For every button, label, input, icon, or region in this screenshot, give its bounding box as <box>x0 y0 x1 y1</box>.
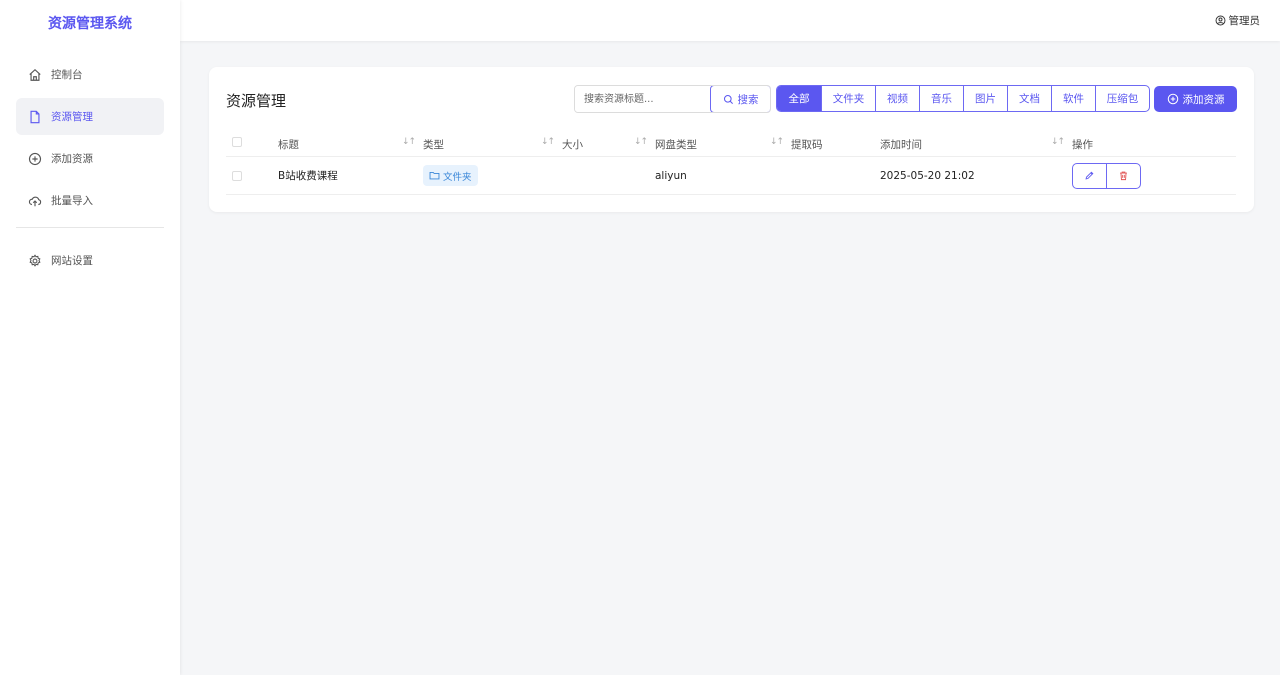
pencil-icon <box>1085 171 1094 180</box>
select-all-checkbox[interactable] <box>232 137 242 147</box>
row-type-cell: 文件夹 <box>423 157 478 194</box>
edit-button[interactable] <box>1073 164 1106 188</box>
plus-circle-icon <box>27 151 43 167</box>
file-icon <box>27 109 43 125</box>
user-circle-icon <box>1215 15 1225 26</box>
column-header-type[interactable]: 类型 <box>423 132 444 156</box>
filter-music[interactable]: 音乐 <box>919 86 963 111</box>
sidebar-item-resources[interactable]: 资源管理 <box>16 98 164 135</box>
sidebar-item-dashboard[interactable]: 控制台 <box>16 56 164 93</box>
sort-icon[interactable]: ↓↑ <box>634 137 648 147</box>
sidebar-item-label: 批量导入 <box>51 195 93 207</box>
filter-document[interactable]: 文档 <box>1007 86 1051 111</box>
resource-card: 资源管理 搜索 全部 文件夹 视频 音乐 图片 文档 软件 压缩包 添加资源 <box>209 67 1254 212</box>
plus-circle-icon <box>1167 93 1178 105</box>
search-group: 搜索 <box>574 85 771 113</box>
sidebar-item-site-settings[interactable]: 网站设置 <box>16 242 164 279</box>
select-all-cell <box>232 132 242 156</box>
sidebar-item-label: 资源管理 <box>51 111 93 123</box>
sort-icon[interactable]: ↓↑ <box>541 137 555 147</box>
sidebar-item-label: 控制台 <box>51 69 83 81</box>
filter-folder[interactable]: 文件夹 <box>821 86 875 111</box>
gear-icon <box>27 253 43 269</box>
sidebar-item-add-resource[interactable]: 添加资源 <box>16 140 164 177</box>
column-header-size[interactable]: 大小 <box>562 132 583 156</box>
filter-all[interactable]: 全部 <box>777 86 821 111</box>
filter-archive[interactable]: 压缩包 <box>1095 86 1149 111</box>
user-menu[interactable]: 管理员 <box>1215 13 1261 28</box>
column-header-actions: 操作 <box>1072 139 1093 151</box>
row-checkbox[interactable] <box>232 170 242 181</box>
sidebar-nav: 控制台 资源管理 添加资源 批量导入 网站设置 <box>0 48 180 279</box>
resource-table: 标题 ↓↑ 类型 ↓↑ 大小 ↓↑ 网盘类型 ↓↑ 提取码 添加时间 ↓↑ 操作… <box>226 132 1236 195</box>
sidebar: 资源管理系统 控制台 资源管理 添加资源 批量导入 网站设置 <box>0 0 180 675</box>
brand-title: 资源管理系统 <box>48 16 132 32</box>
sort-icon[interactable]: ↓↑ <box>402 137 416 147</box>
folder-icon <box>429 171 440 180</box>
row-actions <box>1072 157 1141 194</box>
sidebar-item-label: 添加资源 <box>51 153 93 165</box>
table-header: 标题 ↓↑ 类型 ↓↑ 大小 ↓↑ 网盘类型 ↓↑ 提取码 添加时间 ↓↑ 操作 <box>226 132 1236 157</box>
column-header-time[interactable]: 添加时间 <box>880 132 922 156</box>
row-title[interactable]: B站收费课程 <box>278 157 338 194</box>
sidebar-divider <box>16 227 164 228</box>
type-tag-label: 文件夹 <box>443 171 472 183</box>
sidebar-item-batch-import[interactable]: 批量导入 <box>16 182 164 219</box>
row-disk: aliyun <box>655 169 687 182</box>
column-header-disk[interactable]: 网盘类型 <box>655 132 697 156</box>
column-header-title[interactable]: 标题 <box>278 132 299 156</box>
home-icon <box>27 67 43 83</box>
search-input[interactable] <box>575 86 710 112</box>
add-resource-button[interactable]: 添加资源 <box>1154 86 1237 112</box>
filter-image[interactable]: 图片 <box>963 86 1007 111</box>
add-resource-label: 添加资源 <box>1182 93 1225 106</box>
column-header-code: 提取码 <box>791 139 823 151</box>
type-tag: 文件夹 <box>423 165 478 186</box>
row-time: 2025-05-20 21:02 <box>880 169 975 182</box>
sidebar-item-label: 网站设置 <box>51 255 93 267</box>
search-button[interactable]: 搜索 <box>710 86 770 112</box>
trash-icon <box>1120 171 1127 181</box>
action-button-group <box>1072 162 1141 189</box>
filter-software[interactable]: 软件 <box>1051 86 1095 111</box>
page-title: 资源管理 <box>226 92 287 110</box>
row-select-cell <box>232 157 242 194</box>
cloud-upload-icon <box>27 193 43 209</box>
search-button-label: 搜索 <box>737 93 759 106</box>
filter-video[interactable]: 视频 <box>875 86 919 111</box>
table-row: B站收费课程 文件夹 aliyun 2025-05-20 21:02 <box>226 157 1236 195</box>
user-name: 管理员 <box>1228 15 1261 27</box>
top-header: 管理员 <box>180 0 1280 41</box>
type-filter-group: 全部 文件夹 视频 音乐 图片 文档 软件 压缩包 <box>776 85 1150 112</box>
delete-button[interactable] <box>1106 163 1140 188</box>
search-icon <box>723 94 733 104</box>
sort-icon[interactable]: ↓↑ <box>1051 137 1065 147</box>
app: 资源管理系统 控制台 资源管理 添加资源 批量导入 网站设置 管理员 资源管理 … <box>0 0 1280 675</box>
sort-icon[interactable]: ↓↑ <box>770 137 784 147</box>
